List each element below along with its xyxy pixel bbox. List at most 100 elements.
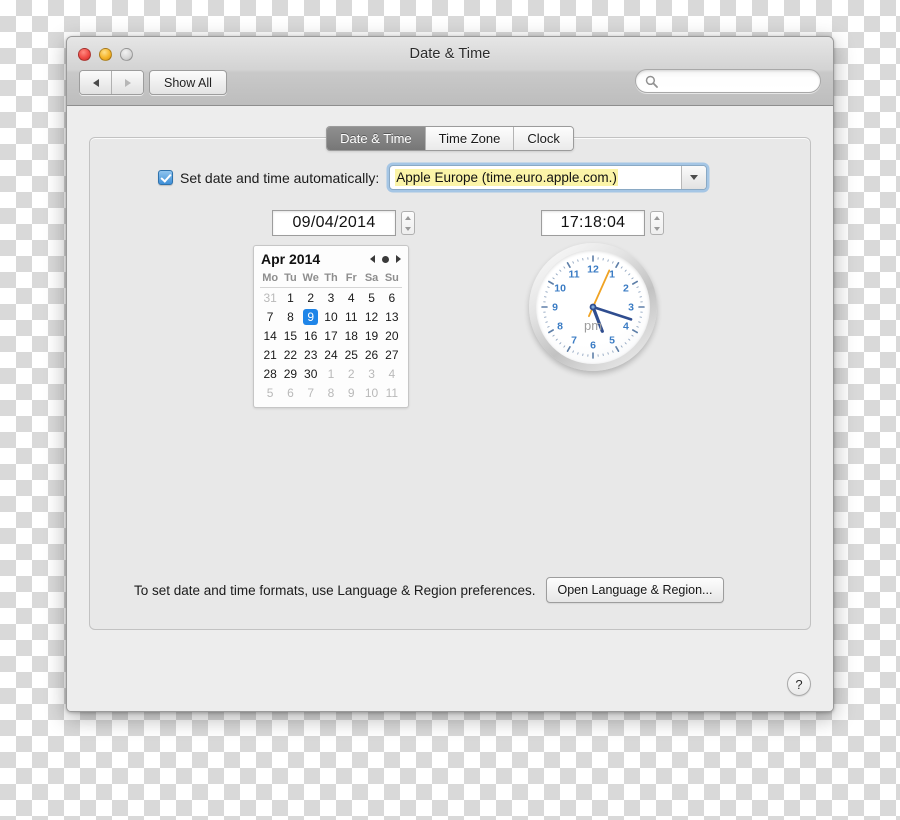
calendar-widget[interactable]: Apr 2014 Mo Tu We Th Fr Sa Su 31 1 2 3 4 5 6 7 8 9 10 11 1… [253, 245, 409, 408]
calendar-day-cell[interactable]: 7 [260, 307, 280, 326]
calendar-day-cell[interactable]: 31 [260, 288, 280, 308]
calendar-day-cell[interactable]: 22 [280, 345, 300, 364]
calendar-day-cell[interactable]: 1 [321, 364, 341, 383]
time-field-group: 17:18:04 [541, 210, 664, 236]
calendar-weekday-header: Th [320, 271, 342, 288]
tab-clock[interactable]: Clock [513, 127, 573, 150]
dot-icon[interactable] [382, 255, 389, 263]
search-input[interactable] [663, 73, 807, 89]
time-input[interactable]: 17:18:04 [541, 210, 645, 236]
back-button[interactable] [80, 71, 111, 94]
stepper-up-icon[interactable] [405, 215, 411, 220]
forward-button[interactable] [111, 71, 143, 94]
svg-text:11: 11 [568, 269, 579, 281]
calendar-week-row: 28 29 30 1 2 3 4 [260, 364, 402, 383]
calendar-day-cell[interactable]: 21 [260, 345, 280, 364]
calendar-day-cell[interactable]: 2 [301, 288, 321, 308]
svg-text:7: 7 [571, 335, 577, 347]
date-input[interactable]: 09/04/2014 [272, 210, 396, 236]
calendar-day-cell[interactable]: 27 [382, 345, 402, 364]
calendar-week-row: 7 8 9 10 11 12 13 [260, 307, 402, 326]
calendar-day-cell[interactable]: 5 [260, 383, 280, 402]
time-server-value-wrap: Apple Europe (time.euro.apple.com.) [390, 166, 681, 189]
svg-text:6: 6 [590, 340, 596, 352]
tab-date-time[interactable]: Date & Time [327, 127, 425, 150]
preferences-panel: Set date and time automatically: Apple E… [89, 137, 811, 630]
calendar-day-cell[interactable]: 5 [361, 288, 381, 308]
svg-text:5: 5 [609, 335, 615, 347]
calendar-weekday-header: Sa [361, 271, 382, 288]
calendar-day-cell[interactable]: 7 [301, 383, 321, 402]
calendar-weekday-header: We [300, 271, 321, 288]
calendar-day-cell[interactable]: 3 [321, 288, 341, 308]
svg-text:12: 12 [587, 264, 599, 276]
clock-ampm-label: pm [583, 318, 603, 333]
calendar-day-cell[interactable]: 3 [361, 364, 381, 383]
calendar-day-cell[interactable]: 9 [341, 383, 361, 402]
search-field[interactable] [635, 69, 821, 93]
date-time-preferences-window: Date & Time Show All Set date and time a… [66, 36, 834, 712]
calendar-day-cell[interactable]: 4 [341, 288, 361, 308]
calendar-day-cell[interactable]: 15 [280, 326, 300, 345]
date-stepper[interactable] [401, 211, 415, 235]
caret-right-icon[interactable] [396, 255, 401, 263]
calendar-day-cell[interactable]: 23 [301, 345, 321, 364]
stepper-up-icon[interactable] [654, 215, 660, 220]
tab-bar: Date & Time Time Zone Clock [67, 126, 833, 151]
time-server-dropdown-button[interactable] [681, 166, 707, 189]
calendar-day-cell[interactable]: 17 [321, 326, 341, 345]
calendar-day-cell[interactable]: 11 [341, 307, 361, 326]
tab-time-zone[interactable]: Time Zone [424, 127, 514, 150]
set-automatically-checkbox[interactable] [158, 170, 173, 185]
calendar-day-cell[interactable]: 24 [321, 345, 341, 364]
set-automatically-row: Set date and time automatically: Apple E… [158, 165, 708, 190]
set-automatically-label: Set date and time automatically: [180, 169, 380, 186]
open-language-region-button[interactable]: Open Language & Region... [545, 577, 725, 603]
caret-left-icon[interactable] [370, 255, 375, 263]
calendar-day-cell[interactable]: 20 [382, 326, 402, 345]
calendar-day-cell[interactable]: 9 [301, 307, 321, 326]
window-content: Set date and time automatically: Apple E… [67, 106, 833, 711]
calendar-day-cell[interactable]: 8 [280, 307, 300, 326]
calendar-day-cell[interactable]: 1 [280, 288, 300, 308]
calendar-day-cell[interactable]: 12 [361, 307, 381, 326]
time-server-combobox[interactable]: Apple Europe (time.euro.apple.com.) [389, 165, 708, 190]
stepper-down-icon[interactable] [405, 226, 411, 231]
calendar-day-cell[interactable]: 10 [321, 307, 341, 326]
navigation-button-group [79, 70, 144, 95]
help-button[interactable]: ? [787, 672, 811, 696]
calendar-day-cell[interactable]: 2 [341, 364, 361, 383]
stepper-down-icon[interactable] [654, 226, 660, 231]
calendar-day-cell[interactable]: 11 [382, 383, 402, 402]
calendar-day-cell[interactable]: 26 [361, 345, 381, 364]
calendar-week-row: 5 6 7 8 9 10 11 [260, 383, 402, 402]
calendar-header: Apr 2014 [260, 250, 402, 271]
calendar-day-cell[interactable]: 16 [301, 326, 321, 345]
calendar-day-cell[interactable]: 6 [382, 288, 402, 308]
calendar-grid: Mo Tu We Th Fr Sa Su 31 1 2 3 4 5 6 7 8 9 10 11 12 13 14 15 16… [260, 271, 402, 402]
calendar-weekday-header: Mo [260, 271, 281, 288]
calendar-day-cell[interactable]: 19 [361, 326, 381, 345]
calendar-day-cell[interactable]: 18 [341, 326, 361, 345]
calendar-day-cell[interactable]: 25 [341, 345, 361, 364]
calendar-day-cell[interactable]: 8 [321, 383, 341, 402]
time-server-value: Apple Europe (time.euro.apple.com.) [395, 169, 618, 186]
calendar-day-cell[interactable]: 6 [280, 383, 300, 402]
window-title: Date & Time [409, 46, 491, 62]
calendar-day-cell[interactable]: 29 [280, 364, 300, 383]
window-titlebar: Date & Time Show All [67, 37, 833, 106]
calendar-month-label: Apr 2014 [261, 251, 321, 267]
calendar-day-cell[interactable]: 13 [382, 307, 402, 326]
svg-text:3: 3 [628, 302, 634, 314]
show-all-button[interactable]: Show All [149, 70, 227, 95]
chevron-down-icon [690, 175, 699, 180]
calendar-body: 31 1 2 3 4 5 6 7 8 9 10 11 12 13 14 15 16 17 18 19 20 21 22 23 2… [260, 288, 402, 403]
calendar-day-cell[interactable]: 30 [301, 364, 321, 383]
analog-clock: 12 1 2 3 4 5 6 7 8 9 10 11 pm [529, 243, 657, 371]
calendar-day-cell[interactable]: 28 [260, 364, 280, 383]
calendar-day-cell[interactable]: 14 [260, 326, 280, 345]
calendar-day-cell[interactable]: 10 [361, 383, 381, 402]
time-stepper[interactable] [650, 211, 664, 235]
svg-text:10: 10 [554, 283, 566, 295]
calendar-day-cell[interactable]: 4 [382, 364, 402, 383]
